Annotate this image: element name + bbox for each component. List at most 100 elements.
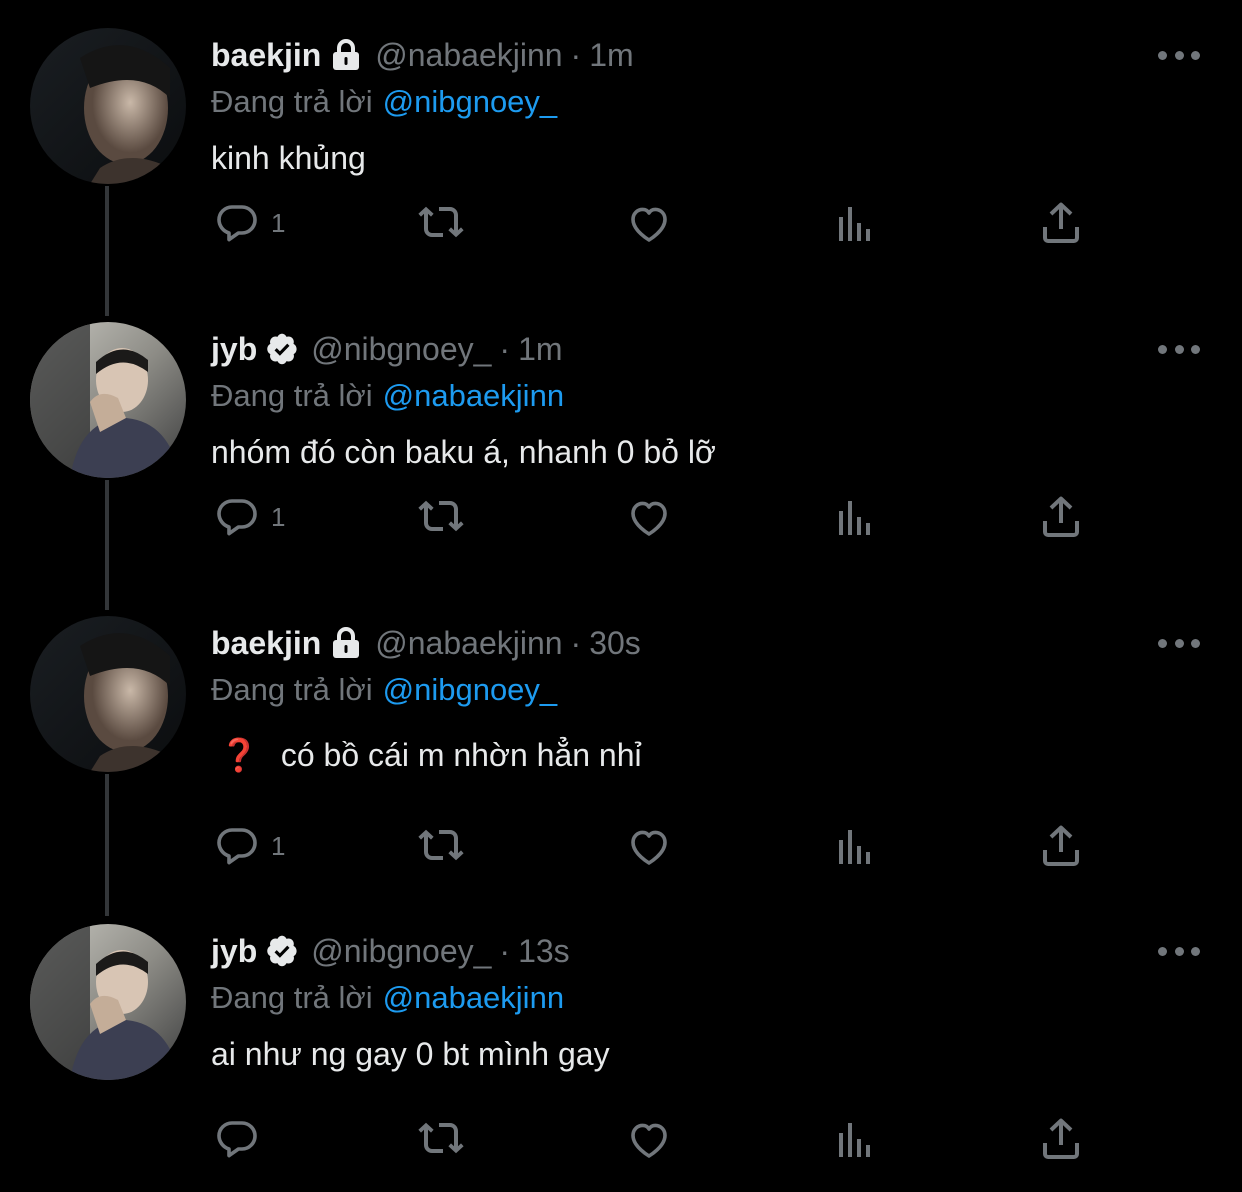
user-handle[interactable]: @nibgnoey_ <box>311 331 491 368</box>
reply-count: 1 <box>271 501 286 532</box>
more-icon[interactable] <box>1158 936 1200 966</box>
tweet-text: nhóm đó còn baku á, nhanh 0 bỏ lỡ <box>211 434 716 470</box>
separator-dot: · <box>570 36 582 73</box>
reply-icon <box>217 205 257 242</box>
avatar-image <box>30 616 186 772</box>
like-icon <box>631 830 667 865</box>
share-button[interactable] <box>1037 198 1085 248</box>
share-icon <box>1043 202 1079 243</box>
replying-to: Đang trả lời @nabaekjinn <box>211 980 564 1016</box>
replying-to: Đang trả lời @nibgnoey_ <box>211 672 557 708</box>
tweet-header: baekjin @nabaekjinn · 1m <box>211 28 634 82</box>
tweet-text-container: ❓ có bồ cái m nhờn hẳn nhỉ <box>211 736 642 774</box>
share-button[interactable] <box>1037 1114 1085 1164</box>
action-bar: 1 <box>211 198 1111 248</box>
share-button[interactable] <box>1037 492 1085 542</box>
like-icon <box>631 1123 667 1158</box>
reply-button[interactable] <box>213 1114 271 1164</box>
separator-dot: · <box>570 624 582 661</box>
replying-label: Đang trả lời <box>211 980 373 1015</box>
retweet-button[interactable] <box>417 198 465 248</box>
display-name[interactable]: baekjin <box>211 625 321 662</box>
action-bar <box>211 1114 1111 1164</box>
display-name[interactable]: baekjin <box>211 37 321 74</box>
more-icon[interactable] <box>1158 40 1200 70</box>
retweet-button[interactable] <box>417 821 465 871</box>
tweet-text: ai như ng gay 0 bt mình gay <box>211 1036 610 1072</box>
like-button[interactable] <box>625 1114 673 1164</box>
user-handle[interactable]: @nabaekjinn <box>375 625 562 662</box>
mention-link[interactable]: @nabaekjinn <box>383 378 564 413</box>
replying-label: Đang trả lời <box>211 84 373 119</box>
reply-thread: baekjin @nabaekjinn · 1m Đang trả lời @ni… <box>0 0 1242 1192</box>
display-name[interactable]: jyb <box>211 933 257 970</box>
views-button[interactable] <box>831 198 879 248</box>
user-handle[interactable]: @nibgnoey_ <box>311 933 491 970</box>
views-button[interactable] <box>831 1114 879 1164</box>
action-bar: 1 <box>211 821 1111 871</box>
mention-link[interactable]: @nabaekjinn <box>383 980 564 1015</box>
views-icon <box>839 1123 870 1157</box>
timestamp[interactable]: 1m <box>518 331 562 368</box>
reply-icon <box>217 1121 257 1158</box>
avatar-image <box>30 322 186 478</box>
timestamp[interactable]: 1m <box>589 37 633 74</box>
tweet-header: jyb @nibgnoey_ · 1m <box>211 322 563 376</box>
more-icon[interactable] <box>1158 334 1200 364</box>
avatar[interactable] <box>30 28 186 184</box>
tweet[interactable]: jyb @nibgnoey_ · 13s Đang trả lời @nabaek… <box>0 924 1242 1184</box>
tweet[interactable]: baekjin @nabaekjinn · 1m Đang trả lời @ni… <box>0 28 1242 288</box>
share-button[interactable] <box>1037 821 1085 871</box>
retweet-icon <box>418 1122 464 1154</box>
like-button[interactable] <box>625 492 673 542</box>
reply-button[interactable]: 1 <box>213 492 285 542</box>
tweet-header: baekjin @nabaekjinn · 30s <box>211 616 641 670</box>
retweet-icon <box>418 829 464 861</box>
share-icon <box>1043 1118 1079 1159</box>
timestamp[interactable]: 30s <box>589 625 641 662</box>
views-button[interactable] <box>831 821 879 871</box>
avatar-image <box>30 924 186 1080</box>
views-icon <box>839 207 870 241</box>
tweet-text: có bồ cái m nhờn hẳn nhỉ <box>280 737 642 773</box>
separator-dot: · <box>499 330 511 367</box>
timestamp[interactable]: 13s <box>518 933 570 970</box>
action-bar: 1 <box>211 492 1111 542</box>
separator-dot: · <box>499 932 511 969</box>
share-icon <box>1043 825 1079 866</box>
mention-link[interactable]: @nibgnoey_ <box>383 672 558 707</box>
tweet[interactable]: jyb @nibgnoey_ · 1m Đang trả lời @nabaekj… <box>0 322 1242 582</box>
reply-icon <box>217 499 257 536</box>
retweet-button[interactable] <box>417 492 465 542</box>
tweet-text: kinh khủng <box>211 140 366 176</box>
reply-button[interactable]: 1 <box>213 821 285 871</box>
replying-label: Đang trả lời <box>211 672 373 707</box>
mention-link[interactable]: @nibgnoey_ <box>383 84 558 119</box>
reply-count: 1 <box>271 830 286 861</box>
avatar[interactable] <box>30 322 186 478</box>
lock-icon <box>329 38 363 72</box>
question-mark-emoji: ❓ <box>219 737 259 773</box>
display-name[interactable]: jyb <box>211 331 257 368</box>
avatar[interactable] <box>30 616 186 772</box>
replying-to: Đang trả lời @nabaekjinn <box>211 378 564 414</box>
retweet-button[interactable] <box>417 1114 465 1164</box>
tweet[interactable]: baekjin @nabaekjinn · 30s Đang trả lời @n… <box>0 616 1242 886</box>
user-handle[interactable]: @nabaekjinn <box>375 37 562 74</box>
verified-icon <box>265 934 299 968</box>
share-icon <box>1043 496 1079 537</box>
tweet-header: jyb @nibgnoey_ · 13s <box>211 924 570 978</box>
reply-count: 1 <box>271 207 286 238</box>
like-button[interactable] <box>625 198 673 248</box>
avatar[interactable] <box>30 924 186 1080</box>
reply-button[interactable]: 1 <box>213 198 285 248</box>
retweet-icon <box>418 500 464 532</box>
retweet-icon <box>418 206 464 238</box>
replying-to: Đang trả lời @nibgnoey_ <box>211 84 557 120</box>
views-button[interactable] <box>831 492 879 542</box>
like-button[interactable] <box>625 821 673 871</box>
like-icon <box>631 207 667 242</box>
replying-label: Đang trả lời <box>211 378 373 413</box>
verified-icon <box>265 332 299 366</box>
more-icon[interactable] <box>1158 628 1200 658</box>
